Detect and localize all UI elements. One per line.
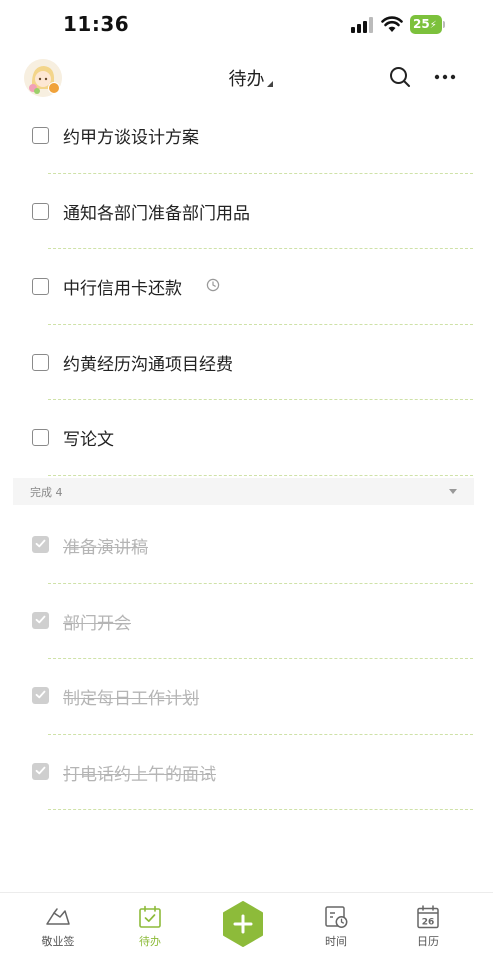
tab-calendar[interactable]: 26 日历 xyxy=(398,905,458,949)
task-divider xyxy=(48,809,473,811)
completed-task-label: 部门开会 xyxy=(63,613,131,634)
completed-task-label: 制定每日工作计划 xyxy=(63,689,199,710)
completed-list: 准备演讲稿 部门开会 制定每日工作计划 打电话约上午的面试 xyxy=(0,506,493,811)
battery-level: 25 xyxy=(413,17,430,31)
collapse-caret-icon[interactable] xyxy=(449,489,457,494)
tab-time[interactable]: 时间 xyxy=(306,905,366,949)
calendar-date: 26 xyxy=(422,918,435,928)
page-title[interactable]: 待办 xyxy=(0,65,493,91)
battery-indicator: 25⚡ xyxy=(410,15,442,34)
reminder-clock-icon xyxy=(206,278,220,292)
task-checkbox[interactable] xyxy=(32,278,49,296)
completed-section-header[interactable]: 完成 4 xyxy=(13,478,474,505)
app-header: 待办 xyxy=(0,50,493,110)
bottom-tab-bar: 敬业签 待办 时间 26 日历 xyxy=(0,892,493,969)
completed-count-label: 完成 4 xyxy=(30,486,63,499)
todo-icon xyxy=(139,905,161,928)
task-label: 写论文 xyxy=(63,430,114,451)
todo-list: 约甲方谈设计方案 通知各部门准备部门用品 中行信用卡还款 约黄经历沟通项目经费 … xyxy=(0,104,493,482)
task-label: 约黄经历沟通项目经费 xyxy=(63,354,233,375)
completed-task-label: 打电话约上午的面试 xyxy=(63,764,216,785)
task-item[interactable]: 约甲方谈设计方案 xyxy=(0,104,493,180)
task-checkbox[interactable] xyxy=(32,127,49,144)
check-icon xyxy=(35,615,46,623)
check-icon xyxy=(35,690,46,699)
status-bar: 11:36 25⚡ xyxy=(0,0,493,50)
task-checkbox[interactable] xyxy=(32,353,49,371)
time-icon xyxy=(325,906,348,928)
signal-icon xyxy=(351,17,373,33)
completed-task-item[interactable]: 部门开会 xyxy=(0,582,493,660)
task-item[interactable]: 中行信用卡还款 xyxy=(0,255,493,331)
check-icon xyxy=(35,766,46,775)
completed-task-label: 准备演讲稿 xyxy=(63,538,148,558)
wifi-icon xyxy=(381,16,403,32)
note-icon xyxy=(46,908,70,925)
status-time: 11:36 xyxy=(63,12,130,36)
task-divider xyxy=(48,248,473,250)
task-divider xyxy=(48,399,473,401)
task-checkbox-checked[interactable] xyxy=(32,762,49,780)
completed-task-item[interactable]: 打电话约上午的面试 xyxy=(0,733,493,811)
search-icon[interactable] xyxy=(388,65,412,89)
task-divider xyxy=(48,474,473,476)
tab-todo[interactable]: 待办 xyxy=(120,905,180,949)
tab-label: 时间 xyxy=(325,935,347,948)
tab-label: 待办 xyxy=(139,935,161,948)
tab-label: 敬业签 xyxy=(41,935,75,948)
task-checkbox-checked[interactable] xyxy=(32,687,49,705)
check-icon xyxy=(35,539,46,548)
tab-label: 日历 xyxy=(417,935,439,948)
more-options-icon[interactable] xyxy=(433,65,457,89)
battery-nub xyxy=(443,21,445,28)
task-item[interactable]: 通知各部门准备部门用品 xyxy=(0,180,493,256)
task-item[interactable]: 约黄经历沟通项目经费 xyxy=(0,331,493,407)
task-checkbox[interactable] xyxy=(32,202,49,220)
tab-notes[interactable]: 敬业签 xyxy=(28,905,88,949)
calendar-icon: 26 xyxy=(417,905,439,929)
task-checkbox-checked[interactable] xyxy=(32,611,49,629)
task-checkbox[interactable] xyxy=(32,429,49,447)
title-dropdown-icon[interactable] xyxy=(267,81,273,87)
completed-task-item[interactable]: 制定每日工作计划 xyxy=(0,657,493,735)
task-item[interactable]: 写论文 xyxy=(0,406,493,482)
task-checkbox-checked[interactable] xyxy=(32,536,49,553)
task-label: 中行信用卡还款 xyxy=(63,279,182,300)
task-label: 约甲方谈设计方案 xyxy=(63,128,199,148)
task-label: 通知各部门准备部门用品 xyxy=(63,203,250,224)
add-icon[interactable] xyxy=(222,901,264,947)
task-divider xyxy=(48,323,473,325)
task-divider xyxy=(48,172,473,174)
completed-task-item[interactable]: 准备演讲稿 xyxy=(0,506,493,584)
